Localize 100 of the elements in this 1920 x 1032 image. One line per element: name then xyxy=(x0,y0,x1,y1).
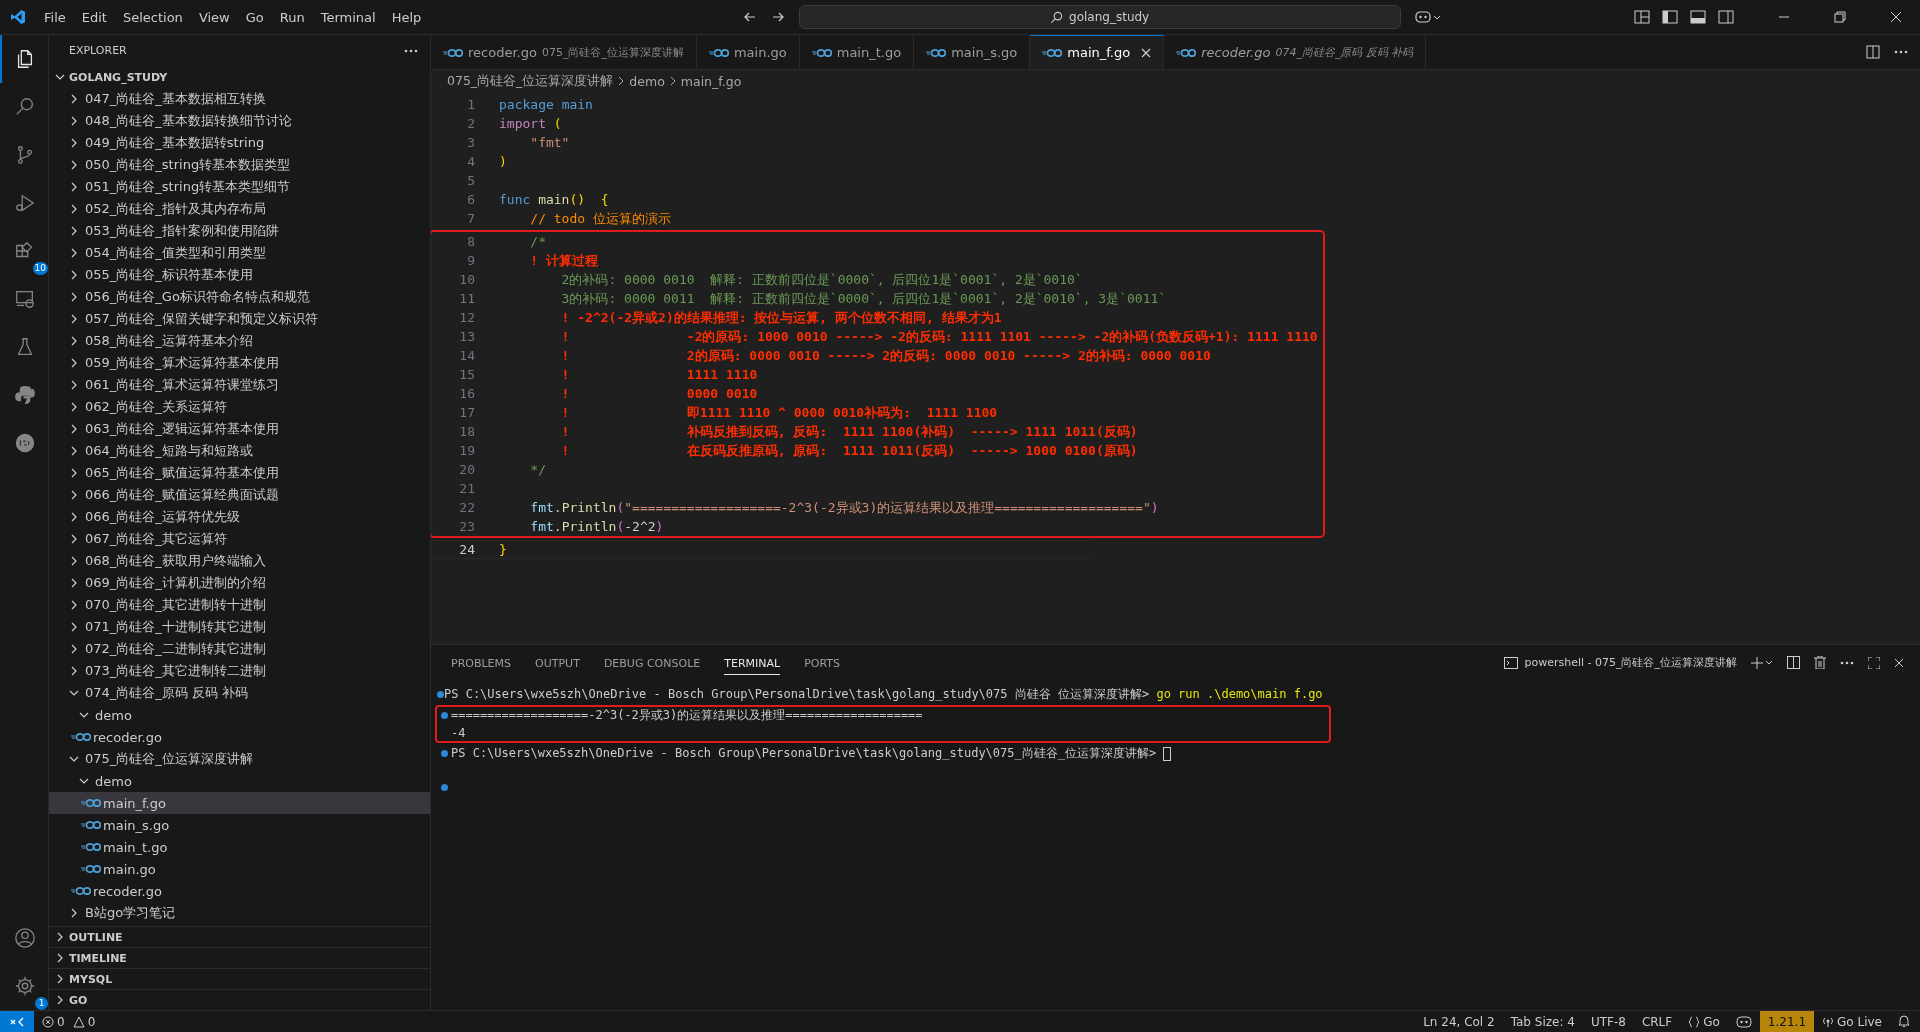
tree-item[interactable]: 052_尚硅谷_指针及其内存布局 xyxy=(49,198,430,220)
tree-item[interactable]: 070_尚硅谷_其它进制转十进制 xyxy=(49,594,430,616)
breadcrumb-item[interactable]: demo xyxy=(629,73,665,89)
editor-tab[interactable]: main_f.go xyxy=(1030,35,1165,69)
split-editor-icon[interactable] xyxy=(1866,45,1880,59)
menu-item[interactable]: Terminal xyxy=(312,9,384,25)
remote-button[interactable] xyxy=(0,1011,34,1032)
tree-item[interactable]: 073_尚硅谷_其它进制转二进制 xyxy=(49,660,430,682)
breadcrumb-item[interactable]: 075_尚硅谷_位运算深度讲解 xyxy=(447,72,614,90)
status-bar-item[interactable]: Ln 24, Col 2 xyxy=(1415,1011,1503,1032)
tree-item[interactable]: 059_尚硅谷_算术运算符基本使用 xyxy=(49,352,430,374)
tree-item[interactable]: 069_尚硅谷_计算机进制的介绍 xyxy=(49,572,430,594)
tree-item[interactable]: demo xyxy=(49,770,430,792)
tree-item[interactable]: 048_尚硅谷_基本数据转换细节讨论 xyxy=(49,110,430,132)
tree-item[interactable]: 063_尚硅谷_逻辑运算符基本使用 xyxy=(49,418,430,440)
editor-tab[interactable]: main.go xyxy=(696,35,800,69)
restore-icon[interactable] xyxy=(1834,11,1846,23)
tree-item[interactable]: 066_尚硅谷_赋值运算经典面试题 xyxy=(49,484,430,506)
more-actions-icon[interactable] xyxy=(1894,50,1908,54)
tree-item[interactable]: 057_尚硅谷_保留关键字和预定义标识符 xyxy=(49,308,430,330)
warning-count[interactable]: 0 xyxy=(87,1014,96,1029)
split-terminal-icon[interactable] xyxy=(1787,656,1800,669)
editor-tab[interactable]: main_t.go xyxy=(799,35,915,69)
settings-icon[interactable] xyxy=(14,975,36,997)
tree-item[interactable]: demo xyxy=(49,704,430,726)
menu-item[interactable]: View xyxy=(190,9,238,25)
maximize-icon[interactable] xyxy=(1868,656,1880,669)
tree-item[interactable]: 067_尚硅谷_其它运算符 xyxy=(49,528,430,550)
menu-item[interactable]: File xyxy=(36,9,74,25)
tree-item[interactable]: 055_尚硅谷_标识符基本使用 xyxy=(49,264,430,286)
tree-item[interactable]: main_s.go xyxy=(49,814,430,836)
tree-item[interactable]: 058_尚硅谷_运算符基本介绍 xyxy=(49,330,430,352)
tree-item[interactable]: B站go学习笔记 xyxy=(49,902,430,924)
trash-icon[interactable] xyxy=(1814,656,1826,669)
menu-item[interactable]: Go xyxy=(237,9,272,25)
run-debug-icon[interactable] xyxy=(14,192,36,214)
panel-toggle-icon[interactable] xyxy=(1690,10,1706,24)
menu-item[interactable]: Selection xyxy=(114,9,191,25)
account-icon[interactable] xyxy=(14,927,36,949)
more-actions-icon[interactable] xyxy=(1840,660,1854,665)
editor-tab[interactable]: recoder.go 074_尚硅谷_原码 反码 补码 xyxy=(1164,35,1427,69)
tree-item[interactable]: main_t.go xyxy=(49,836,430,858)
tree-item[interactable]: recoder.go xyxy=(49,726,430,748)
tree-item[interactable]: 054_尚硅谷_值类型和引用类型 xyxy=(49,242,430,264)
secondary-sidebar-icon[interactable] xyxy=(1718,10,1734,24)
go-version-item[interactable]: 1.21.1 xyxy=(1759,1011,1815,1032)
tree-item[interactable]: main_f.go xyxy=(49,792,430,814)
remote-explorer-icon[interactable] xyxy=(14,288,36,310)
tree-item[interactable]: 064_尚硅谷_短路与和短路或 xyxy=(49,440,430,462)
copilot-icon[interactable] xyxy=(1414,10,1441,24)
breadcrumb-item[interactable]: main_f.go xyxy=(680,73,742,89)
tree-item[interactable]: 056_尚硅谷_Go标识符命名特点和规范 xyxy=(49,286,430,308)
tree-item[interactable]: 049_尚硅谷_基本数据转string xyxy=(49,132,430,154)
language-mode-item[interactable]: Go xyxy=(1700,1011,1728,1032)
tree-item[interactable]: 062_尚硅谷_关系运算符 xyxy=(49,396,430,418)
tree-item[interactable]: 051_尚硅谷_string转基本类型细节 xyxy=(49,176,430,198)
status-bar-item[interactable]: CRLF xyxy=(1633,1011,1681,1032)
status-bar-item[interactable]: UTF-8 xyxy=(1582,1011,1634,1032)
sidebar-section-header[interactable]: TIMELINE xyxy=(49,947,430,968)
menu-item[interactable]: Edit xyxy=(73,9,115,25)
panel-tab[interactable]: OUTPUT xyxy=(535,650,580,675)
panel-tab[interactable]: DEBUG CONSOLE xyxy=(603,650,701,675)
menu-item[interactable]: Run xyxy=(271,9,313,25)
editor-tab[interactable]: recoder.go 075_尚硅谷_位运算深度讲解 xyxy=(431,35,697,69)
tree-item[interactable]: 075_尚硅谷_位运算深度讲解 xyxy=(49,748,430,770)
tree-item[interactable]: 061_尚硅谷_算术运算符课堂练习 xyxy=(49,374,430,396)
copilot-icon[interactable] xyxy=(1735,1015,1752,1028)
tree-item[interactable]: 050_尚硅谷_string转基本数据类型 xyxy=(49,154,430,176)
layout-icon[interactable] xyxy=(1634,10,1650,24)
new-terminal-icon[interactable] xyxy=(1751,656,1773,669)
error-count[interactable]: 0 xyxy=(57,1014,65,1029)
tree-item[interactable]: 065_尚硅谷_赋值运算符基本使用 xyxy=(49,462,430,484)
back-arrow-icon[interactable] xyxy=(742,10,757,24)
json-icon[interactable] xyxy=(14,432,36,454)
panel-tab[interactable]: PROBLEMS xyxy=(451,650,512,675)
tree-item[interactable]: 047_尚硅谷_基本数据相互转换 xyxy=(49,88,430,110)
menu-item[interactable]: Help xyxy=(383,9,430,25)
sidebar-toggle-icon[interactable] xyxy=(1662,10,1678,24)
sidebar-section-header[interactable]: OUTLINE xyxy=(49,926,430,947)
python-icon[interactable] xyxy=(14,384,36,406)
tree-item[interactable]: 066_尚硅谷_运算符优先级 xyxy=(49,506,430,528)
forward-arrow-icon[interactable] xyxy=(770,10,785,24)
sidebar-section-header[interactable]: MYSQL xyxy=(49,968,430,989)
tree-item[interactable]: main.go xyxy=(49,858,430,880)
panel-tab[interactable]: TERMINAL xyxy=(724,650,781,675)
tree-item[interactable]: 071_尚硅谷_十进制转其它进制 xyxy=(49,616,430,638)
more-actions-icon[interactable] xyxy=(404,48,418,53)
status-bar-item[interactable]: Tab Size: 4 xyxy=(1502,1011,1583,1032)
tree-item[interactable]: 074_尚硅谷_原码 反码 补码 xyxy=(49,682,430,704)
tree-item[interactable]: 053_尚硅谷_指针案例和使用陷阱 xyxy=(49,220,430,242)
command-center-search[interactable]: golang_study xyxy=(798,5,1401,29)
workspace-folder-header[interactable]: GOLANG_STUDY xyxy=(49,66,430,88)
tree-item[interactable]: 068_尚硅谷_获取用户终端输入 xyxy=(49,550,430,572)
close-icon[interactable] xyxy=(1890,11,1902,23)
close-icon[interactable] xyxy=(1894,657,1904,668)
go-live-button[interactable]: Go Live xyxy=(1834,1011,1890,1032)
terminal-selector[interactable]: powershell - 075_尚硅谷_位运算深度讲解 xyxy=(1524,655,1737,670)
tree-item[interactable]: recoder.go xyxy=(49,880,430,902)
close-icon[interactable] xyxy=(1141,47,1152,58)
tree-item[interactable]: 072_尚硅谷_二进制转其它进制 xyxy=(49,638,430,660)
